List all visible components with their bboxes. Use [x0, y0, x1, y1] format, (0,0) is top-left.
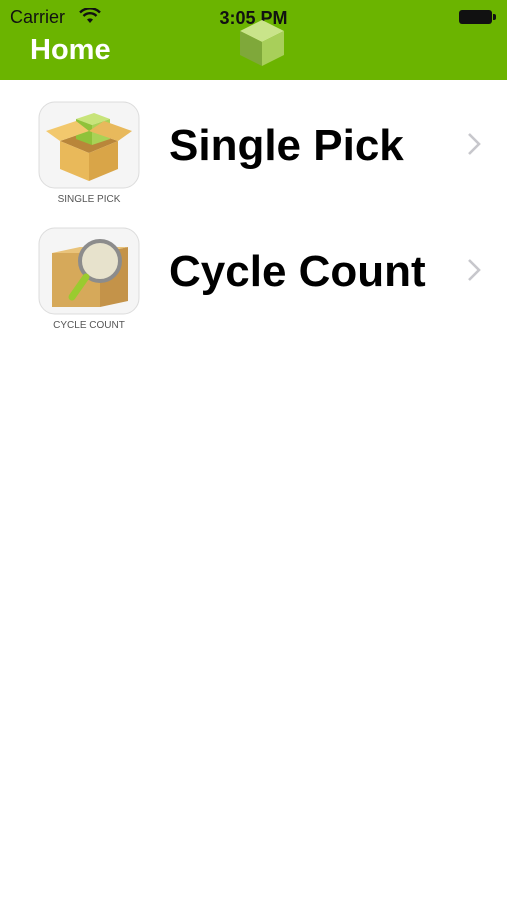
- single-pick-icon-caption: SINGLE PICK: [58, 194, 121, 205]
- cycle-count-icon-caption: CYCLE COUNT: [53, 320, 125, 331]
- list-item-single-pick[interactable]: SINGLE PICK Single Pick: [0, 83, 507, 209]
- chevron-right-icon: [468, 259, 481, 281]
- page-title: Home: [30, 34, 111, 66]
- list-item-cycle-count[interactable]: CYCLE COUNT Cycle Count: [0, 209, 507, 335]
- single-pick-label: Single Pick: [169, 121, 404, 170]
- magnifier-box-icon: CYCLE COUNT: [38, 227, 140, 331]
- chevron-right-icon: [468, 133, 481, 155]
- cube-logo-icon: [240, 20, 284, 66]
- navigation-bar: Carrier 3:05 PM Home: [0, 0, 507, 80]
- open-box-icon: SINGLE PICK: [38, 101, 140, 205]
- battery-icon: [459, 10, 496, 24]
- cycle-count-label: Cycle Count: [169, 247, 426, 296]
